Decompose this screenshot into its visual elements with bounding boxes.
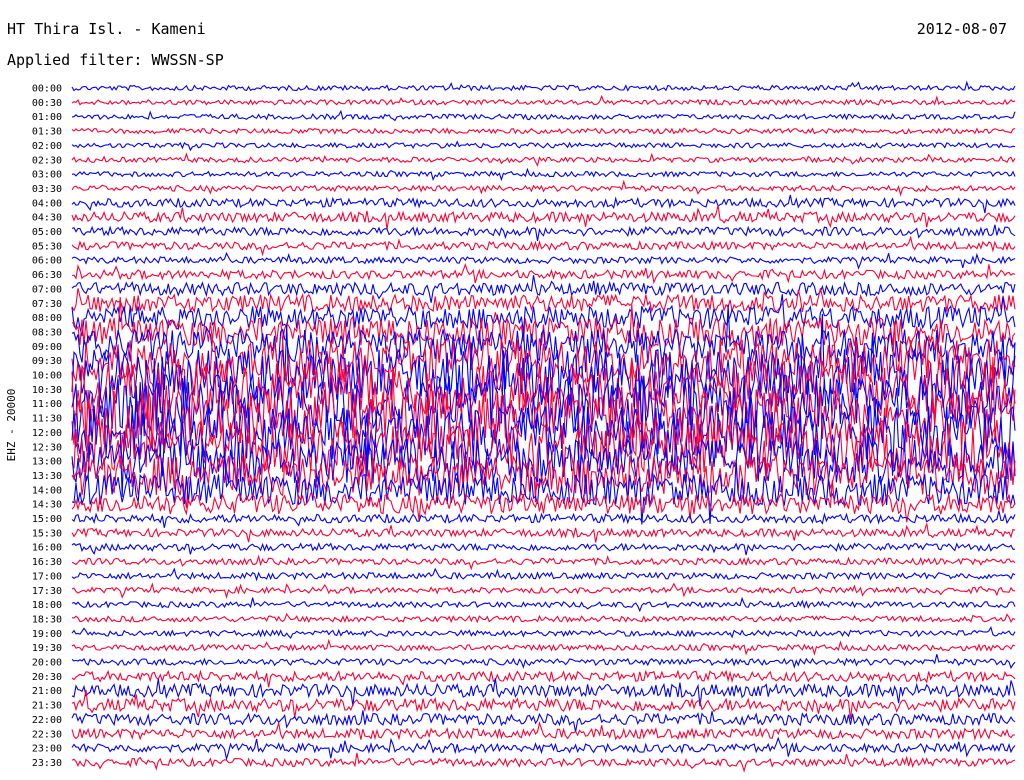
trace-line [71, 542, 1016, 556]
time-label: 16:00 [32, 543, 62, 554]
trace-line [71, 638, 1016, 656]
time-label: 08:30 [32, 327, 62, 338]
time-label: 05:30 [32, 241, 62, 252]
trace-line [71, 235, 1016, 257]
trace-line [71, 251, 1016, 270]
time-label: 00:00 [32, 84, 62, 95]
time-label: 20:00 [32, 658, 62, 669]
time-label: 12:30 [32, 442, 62, 453]
time-label: 01:30 [32, 127, 62, 138]
time-label: 09:30 [32, 356, 62, 367]
trace-line [71, 152, 1016, 167]
time-label: 17:30 [32, 586, 62, 597]
time-label: 11:00 [32, 399, 62, 410]
trace-line [71, 288, 1016, 314]
channel-label: EHZ - 20000 [5, 389, 18, 462]
time-label: 13:00 [32, 457, 62, 468]
time-label: 04:00 [32, 198, 62, 209]
time-label: 00:30 [32, 98, 62, 109]
time-label: 02:30 [32, 155, 62, 166]
trace-line [71, 194, 1016, 214]
time-label: 23:00 [32, 744, 62, 755]
time-label: 13:30 [32, 471, 62, 482]
time-label: 17:00 [32, 571, 62, 582]
trace-line [71, 596, 1016, 613]
time-label: 02:00 [32, 141, 62, 152]
time-label: 15:30 [32, 528, 62, 539]
time-label: 14:30 [32, 500, 62, 511]
trace-line [71, 275, 1016, 303]
time-label: 20:30 [32, 672, 62, 683]
trace-line [71, 612, 1016, 624]
time-label: 08:00 [32, 313, 62, 324]
trace-line [71, 626, 1016, 639]
time-label: 14:00 [32, 485, 62, 496]
trace-line [71, 263, 1016, 285]
time-label: 18:00 [32, 600, 62, 611]
time-label: 22:00 [32, 715, 62, 726]
trace-line [71, 554, 1016, 571]
time-label: 21:30 [32, 701, 62, 712]
time-label: 11:30 [32, 414, 62, 425]
trace-line [71, 720, 1016, 741]
seismic-traces [71, 80, 1016, 773]
time-label: 21:00 [32, 686, 62, 697]
trace-line [71, 140, 1016, 152]
trace-line [71, 678, 1016, 707]
time-label: 16:30 [32, 557, 62, 568]
time-label: 19:30 [32, 643, 62, 654]
trace-line [71, 567, 1016, 582]
time-label: 22:30 [32, 729, 62, 740]
time-label: 03:30 [32, 184, 62, 195]
trace-line [71, 523, 1016, 543]
time-label: 07:00 [32, 284, 62, 295]
helicorder-plot: 00:00 00:30 01:00 01:30 02:00 02:30 03:00 03:30… [5, 80, 1016, 773]
time-label: 12:00 [32, 428, 62, 439]
trace-line [71, 94, 1016, 107]
time-label: 05:00 [32, 227, 62, 238]
trace-line [71, 127, 1016, 135]
trace-line [71, 654, 1016, 670]
trace-line [71, 669, 1016, 688]
time-label: 10:00 [32, 371, 62, 382]
trace-line [71, 582, 1016, 599]
trace-line [71, 689, 1016, 720]
trace-line [71, 736, 1016, 761]
trace-line [71, 109, 1016, 122]
time-label: 23:30 [32, 758, 62, 769]
time-label: 19:00 [32, 629, 62, 640]
time-label: 06:00 [32, 256, 62, 267]
time-axis: 00:00 00:30 01:00 01:30 02:00 02:30 03:00 03:30… [32, 84, 62, 769]
time-label: 18:30 [32, 614, 62, 625]
trace-line [71, 205, 1016, 230]
trace-line [71, 80, 1016, 92]
time-label: 10:30 [32, 385, 62, 396]
time-label: 15:00 [32, 514, 62, 525]
trace-line [71, 710, 1016, 733]
time-label: 09:00 [32, 342, 62, 353]
time-label: 07:30 [32, 299, 62, 310]
trace-line [71, 179, 1016, 197]
time-label: 03:00 [32, 170, 62, 181]
trace-line [71, 167, 1016, 182]
time-label: 06:30 [32, 270, 62, 281]
trace-line [71, 224, 1016, 241]
trace-line [71, 752, 1016, 773]
time-label: 01:00 [32, 112, 62, 123]
time-label: 04:30 [32, 213, 62, 224]
